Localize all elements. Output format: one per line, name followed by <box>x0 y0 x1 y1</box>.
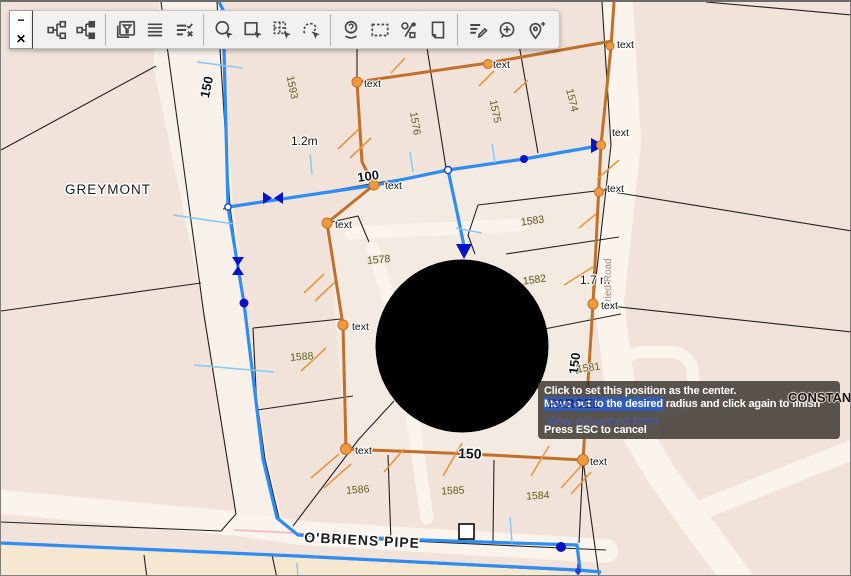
map-label: text <box>385 180 402 192</box>
map-label: text <box>364 78 381 90</box>
filter-results-button[interactable] <box>111 14 140 46</box>
map-label: 1.2m <box>291 134 318 148</box>
select-by-circle-button[interactable] <box>209 14 238 46</box>
zoom-window-icon <box>369 19 391 41</box>
map-label: 1585 <box>441 484 465 497</box>
tooltip-line-2-highlight: Move out to the desired <box>544 397 663 411</box>
select-by-polygon-icon <box>300 19 322 41</box>
select-by-window-icon <box>271 19 293 41</box>
map-label: text <box>352 321 369 333</box>
select-by-window-button[interactable] <box>267 14 296 46</box>
toolbar-group-edit <box>457 14 555 46</box>
map-label: 100 <box>356 167 380 185</box>
toolbar-bar <box>33 10 560 49</box>
square-node-marker <box>459 524 474 539</box>
map-label: text <box>493 59 510 71</box>
map-label: text <box>612 127 629 139</box>
map-label: 150 <box>458 445 482 462</box>
trace-network-filled-button[interactable] <box>71 14 100 46</box>
split-feature-icon <box>398 19 420 41</box>
select-by-rectangle-icon <box>242 19 264 41</box>
trace-network-button[interactable] <box>42 14 71 46</box>
edit-attributes-button[interactable] <box>463 14 492 46</box>
clear-results-button[interactable] <box>169 14 198 46</box>
toolbar: − ✕ <box>9 10 560 49</box>
select-by-circle-icon <box>213 19 235 41</box>
map-label: 1578 <box>367 253 391 267</box>
list-results-button[interactable] <box>140 14 169 46</box>
tooltip-line-1: Click to set this position as the center… <box>544 385 736 397</box>
map-svg: GREYMONTO'BRIENS PIPE1001501501501.2m1.7… <box>1 2 851 576</box>
add-point-icon <box>496 19 518 41</box>
select-by-polygon-button[interactable] <box>296 14 325 46</box>
map-label: text <box>355 445 372 457</box>
minimize-button[interactable]: − <box>10 11 32 30</box>
map-label: ried Road <box>603 258 614 301</box>
radius-tooltip: Click to set this position as the center… <box>538 381 840 439</box>
toolbar-group-results <box>105 14 203 46</box>
map-label: 1586 <box>346 483 370 497</box>
map-label: text <box>617 39 634 51</box>
add-location-button[interactable] <box>521 14 550 46</box>
map-label: text <box>335 219 352 231</box>
list-results-icon <box>144 19 166 41</box>
map-label: text <box>601 300 618 312</box>
split-feature-button[interactable] <box>394 14 423 46</box>
tooltip-line-2-rest: radius and click again to finish <box>663 398 820 410</box>
add-point-button[interactable] <box>492 14 521 46</box>
toolbar-group-network <box>37 14 105 46</box>
map-label: 1588 <box>290 350 314 364</box>
popup-advanced-form-link[interactable]: View advanced form <box>545 414 658 428</box>
locate-feature-icon <box>340 19 362 41</box>
tooltip-line-2: Move out to the desired radius and click… <box>544 398 820 410</box>
document-button[interactable] <box>423 14 452 46</box>
add-location-icon <box>525 19 547 41</box>
map-label: GREYMONT <box>65 182 151 197</box>
map-window: GREYMONTO'BRIENS PIPE1001501501501.2m1.7… <box>0 0 851 576</box>
clear-results-icon <box>173 19 195 41</box>
toolbar-collapse-box: − ✕ <box>9 10 33 49</box>
close-button[interactable]: ✕ <box>10 30 32 49</box>
map-label: text <box>607 183 624 195</box>
document-icon <box>427 19 449 41</box>
select-by-rectangle-button[interactable] <box>238 14 267 46</box>
locate-feature-button[interactable] <box>336 14 365 46</box>
trace-network-filled-icon <box>75 19 97 41</box>
toolbar-group-feature <box>330 14 457 46</box>
toolbar-group-select <box>203 14 330 46</box>
filter-results-icon <box>115 19 137 41</box>
trace-network-icon <box>46 19 68 41</box>
map-label: text <box>590 456 607 468</box>
map-label: 1584 <box>526 489 550 502</box>
zoom-window-button[interactable] <box>365 14 394 46</box>
edit-attributes-icon <box>467 19 489 41</box>
